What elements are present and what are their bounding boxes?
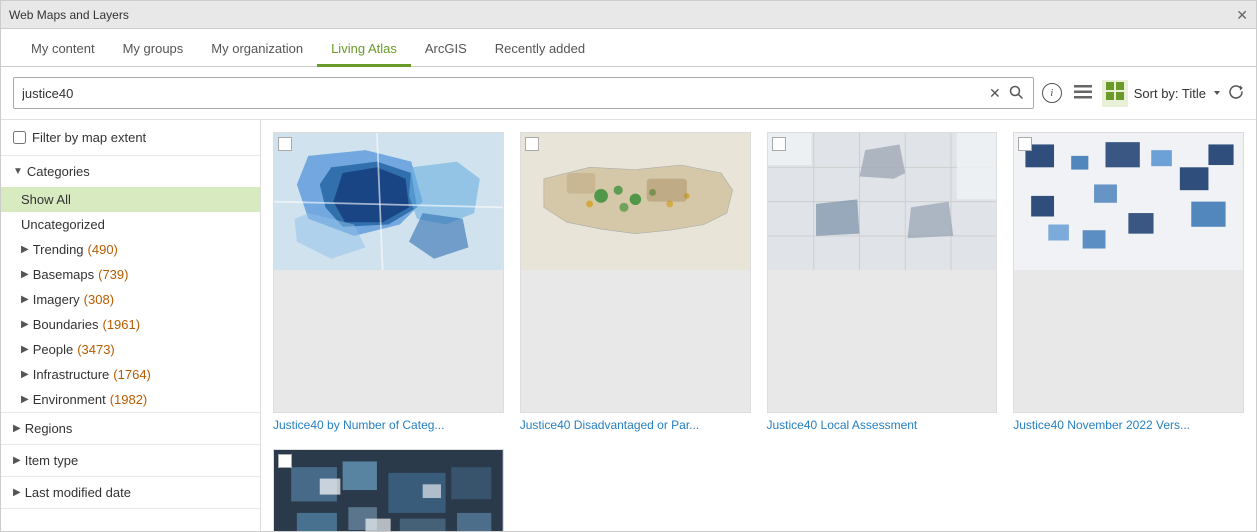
category-infrastructure-label: Infrastructure: [33, 367, 110, 382]
category-environment-count: (1982): [110, 392, 148, 407]
item-thumbnail-3: [767, 132, 998, 413]
tab-my-groups[interactable]: My groups: [109, 33, 198, 67]
search-input[interactable]: [22, 86, 983, 101]
list-view-button[interactable]: [1070, 81, 1096, 106]
item-thumbnail-1: [273, 132, 504, 413]
item-type-label: Item type: [25, 453, 78, 468]
refresh-button[interactable]: [1228, 84, 1244, 103]
item-type-section: ▶ Item type: [1, 445, 260, 477]
uncategorized-label: Uncategorized: [21, 217, 105, 232]
tab-living-atlas[interactable]: Living Atlas: [317, 33, 411, 67]
item-title-4: Justice40 November 2022 Vers...: [1013, 418, 1244, 434]
tab-recently-added[interactable]: Recently added: [481, 33, 599, 67]
category-boundaries-label: Boundaries: [33, 317, 99, 332]
categories-section: ▼ Categories Show All Uncategorized ▶ Tr…: [1, 156, 260, 413]
tab-arcgis[interactable]: ArcGIS: [411, 33, 481, 67]
category-basemaps-triangle-icon: ▶: [21, 269, 29, 280]
category-imagery-triangle-icon: ▶: [21, 294, 29, 305]
sort-chevron-icon: [1212, 88, 1222, 98]
category-imagery-count: (308): [84, 292, 114, 307]
last-modified-triangle-icon: ▶: [13, 487, 21, 498]
last-modified-label: Last modified date: [25, 485, 131, 500]
search-bar: ✕ i: [1, 67, 1256, 120]
category-imagery[interactable]: ▶ Imagery (308): [1, 287, 260, 312]
item-title-3: Justice40 Local Assessment: [767, 418, 998, 434]
list-item[interactable]: Justice40 by Number of Categ...: [273, 132, 504, 433]
info-button[interactable]: i: [1042, 83, 1062, 103]
title-bar: Web Maps and Layers ✕: [1, 1, 1256, 29]
item-thumbnail-4: [1013, 132, 1244, 413]
category-people-triangle-icon: ▶: [21, 344, 29, 355]
search-input-wrapper: ✕: [13, 77, 1034, 109]
regions-triangle-icon: ▶: [13, 423, 21, 434]
item-thumbnail-2: [520, 132, 751, 413]
categories-label: Categories: [27, 164, 90, 179]
category-list: Show All Uncategorized ▶ Trending (490) …: [1, 187, 260, 412]
sidebar: Filter by map extent ▼ Categories Show A…: [1, 120, 261, 531]
list-item[interactable]: Justice40 Tracts November 202...: [273, 449, 504, 531]
item-thumbnail-5: [273, 449, 504, 531]
content-area: Justice40 by Number of Categ...: [261, 120, 1256, 531]
category-trending[interactable]: ▶ Trending (490): [1, 237, 260, 262]
category-basemaps-count: (739): [98, 267, 128, 282]
category-boundaries[interactable]: ▶ Boundaries (1961): [1, 312, 260, 337]
item-title-2: Justice40 Disadvantaged or Par...: [520, 418, 751, 434]
category-show-all[interactable]: Show All: [1, 187, 260, 212]
search-submit-button[interactable]: [1007, 85, 1025, 102]
item-checkbox-1[interactable]: [278, 137, 292, 151]
category-uncategorized[interactable]: Uncategorized: [1, 212, 260, 237]
category-environment-label: Environment: [33, 392, 106, 407]
search-bar-right: Sort by: Title: [1070, 80, 1244, 107]
categories-triangle-icon: ▼: [13, 166, 23, 177]
search-clear-button[interactable]: ✕: [987, 85, 1003, 102]
filter-by-extent: Filter by map extent: [1, 120, 260, 156]
category-people-label: People: [33, 342, 73, 357]
close-button[interactable]: ✕: [1236, 8, 1248, 22]
last-modified-header[interactable]: ▶ Last modified date: [1, 477, 260, 508]
category-trending-triangle-icon: ▶: [21, 244, 29, 255]
category-imagery-label: Imagery: [33, 292, 80, 307]
item-title-1: Justice40 by Number of Categ...: [273, 418, 504, 434]
filter-extent-label[interactable]: Filter by map extent: [32, 130, 146, 145]
category-people[interactable]: ▶ People (3473): [1, 337, 260, 362]
window-title: Web Maps and Layers: [9, 8, 129, 22]
regions-header[interactable]: ▶ Regions: [1, 413, 260, 444]
list-item[interactable]: Justice40 November 2022 Vers...: [1013, 132, 1244, 433]
regions-label: Regions: [25, 421, 73, 436]
item-type-header[interactable]: ▶ Item type: [1, 445, 260, 476]
category-people-count: (3473): [77, 342, 115, 357]
tab-my-content[interactable]: My content: [17, 33, 109, 67]
category-trending-count: (490): [88, 242, 118, 257]
category-basemaps-label: Basemaps: [33, 267, 94, 282]
window: Web Maps and Layers ✕ My content My grou…: [0, 0, 1257, 532]
category-infrastructure-triangle-icon: ▶: [21, 369, 29, 380]
list-item[interactable]: Justice40 Local Assessment: [767, 132, 998, 433]
categories-header[interactable]: ▼ Categories: [1, 156, 260, 187]
item-checkbox-3[interactable]: [772, 137, 786, 151]
filter-extent-checkbox[interactable]: [13, 131, 26, 144]
category-environment-triangle-icon: ▶: [21, 394, 29, 405]
tabs-bar: My content My groups My organization Liv…: [1, 29, 1256, 67]
category-infrastructure[interactable]: ▶ Infrastructure (1764): [1, 362, 260, 387]
main-area: Filter by map extent ▼ Categories Show A…: [1, 120, 1256, 531]
item-checkbox-4[interactable]: [1018, 137, 1032, 151]
item-checkbox-2[interactable]: [525, 137, 539, 151]
category-environment[interactable]: ▶ Environment (1982): [1, 387, 260, 412]
item-checkbox-5[interactable]: [278, 454, 292, 468]
regions-section: ▶ Regions: [1, 413, 260, 445]
category-trending-label: Trending: [33, 242, 84, 257]
items-grid: Justice40 by Number of Categ...: [273, 132, 1244, 531]
tab-my-organization[interactable]: My organization: [197, 33, 317, 67]
category-boundaries-triangle-icon: ▶: [21, 319, 29, 330]
grid-view-button[interactable]: [1102, 80, 1128, 107]
category-basemaps[interactable]: ▶ Basemaps (739): [1, 262, 260, 287]
last-modified-section: ▶ Last modified date: [1, 477, 260, 509]
list-item[interactable]: Justice40 Disadvantaged or Par...: [520, 132, 751, 433]
category-boundaries-count: (1961): [102, 317, 140, 332]
category-infrastructure-count: (1764): [113, 367, 151, 382]
show-all-label: Show All: [21, 192, 71, 207]
item-type-triangle-icon: ▶: [13, 455, 21, 466]
sort-label: Sort by: Title: [1134, 86, 1206, 101]
